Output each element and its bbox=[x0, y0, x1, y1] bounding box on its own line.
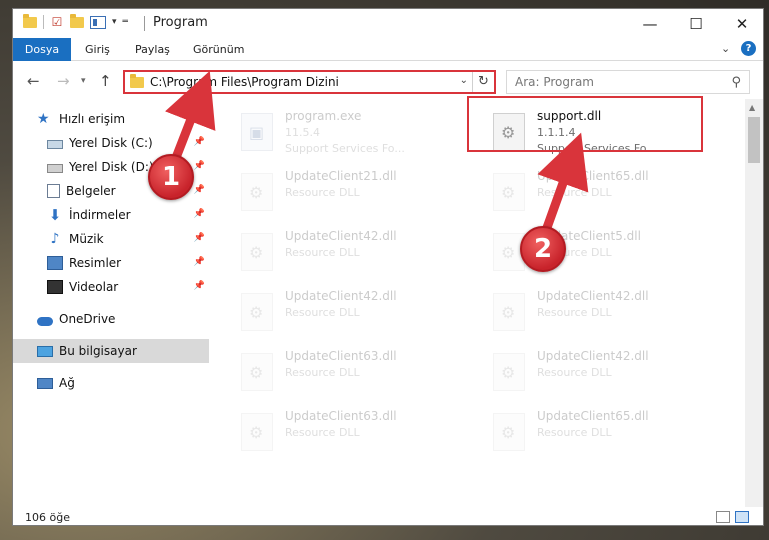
step-badge-2: 2 bbox=[520, 226, 566, 272]
annotation-arrows bbox=[165, 70, 589, 241]
step-badge-1: 1 bbox=[148, 154, 194, 200]
arrow-to-support-dll bbox=[537, 132, 589, 241]
